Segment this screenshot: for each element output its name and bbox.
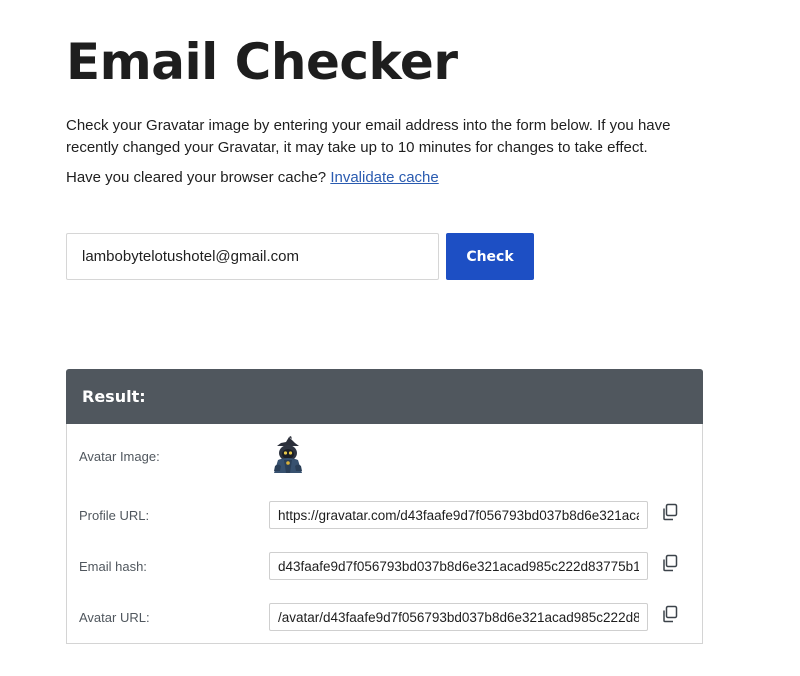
profile-url-label: Profile URL: <box>79 508 150 523</box>
email-hash-field[interactable] <box>269 552 648 580</box>
cache-prompt: Have you cleared your browser cache? <box>66 169 327 186</box>
avatar-url-field[interactable] <box>269 603 648 631</box>
result-panel: Result: Avatar Image: Profile URL: https… <box>66 369 703 644</box>
copy-profile-url-icon[interactable] <box>661 503 679 521</box>
profile-url-field[interactable] <box>269 501 648 529</box>
intro-text: Check your Gravatar image by entering yo… <box>66 117 671 156</box>
avatar-image-label: Avatar Image: <box>79 449 160 464</box>
page-title: Email Checker <box>66 33 458 91</box>
result-header: Result: <box>66 369 703 424</box>
copy-email-hash-icon[interactable] <box>661 554 679 572</box>
copy-avatar-url-icon[interactable] <box>661 605 679 623</box>
cache-line: Have you cleared your browser cache? Inv… <box>66 167 439 189</box>
check-button[interactable]: Check <box>446 233 534 280</box>
avatar-url-label: Avatar URL: <box>79 610 150 625</box>
email-checker-page: Email Checker Check your Gravatar image … <box>0 0 800 676</box>
invalidate-cache-link[interactable]: Invalidate cache <box>330 169 438 186</box>
email-input[interactable] <box>66 233 439 280</box>
avatar-image <box>274 436 302 473</box>
email-hash-label: Email hash: <box>79 559 147 574</box>
